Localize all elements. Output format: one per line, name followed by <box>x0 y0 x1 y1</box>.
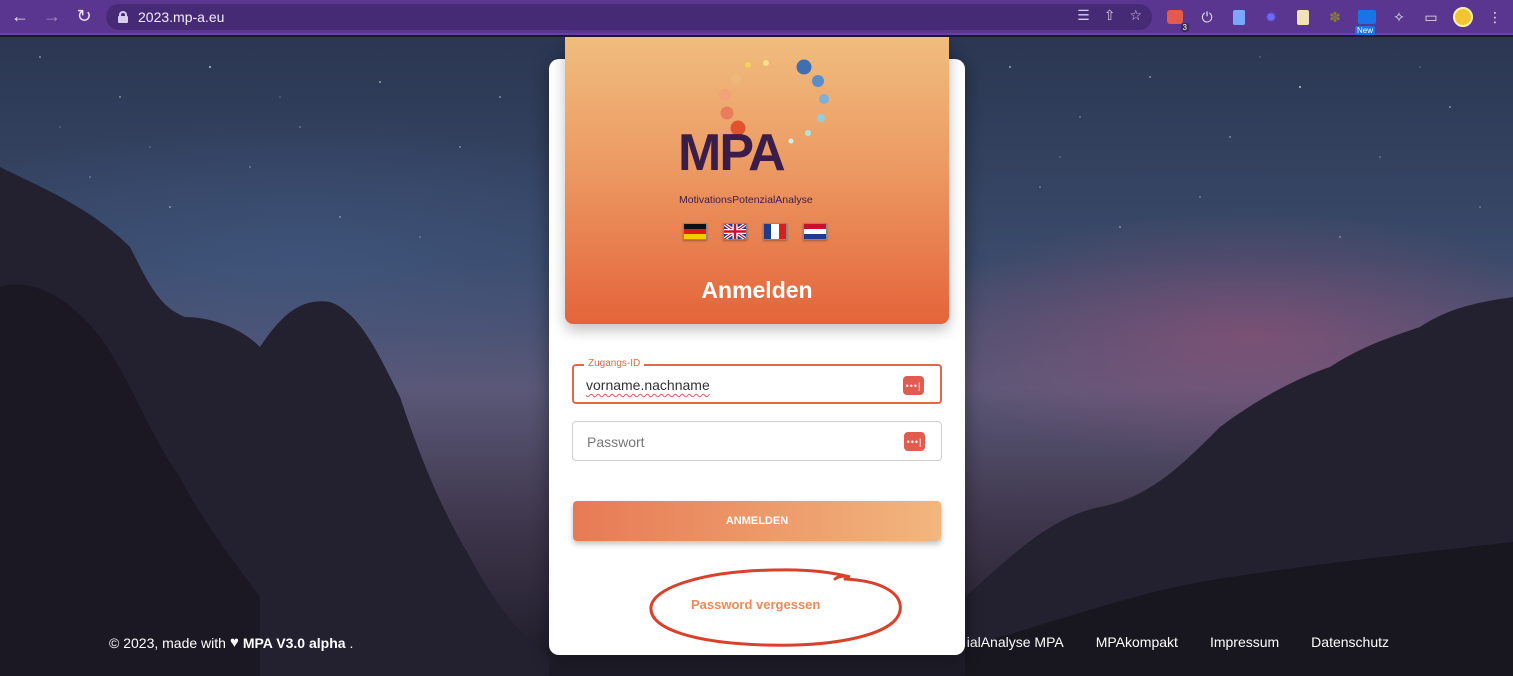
new-extension-icon[interactable]: New <box>1355 6 1379 35</box>
power-extension-icon[interactable]: ⏻ <box>1195 6 1219 28</box>
french-flag-icon[interactable] <box>763 223 787 240</box>
access-id-label: Zugangs-ID <box>584 358 645 369</box>
copyright-period: . <box>349 634 354 651</box>
share-icon[interactable]: ⇧ <box>1104 7 1116 24</box>
copyright-text: © 2023, made with <box>109 634 226 651</box>
login-button[interactable]: ANMELDEN <box>573 501 941 541</box>
browser-toolbar: ← → ↻ 2023.mp-a.eu ☰ ⇧ ☆ 3 ⏻ ✹ ✽ New ✧ ▭… <box>0 0 1513 35</box>
password-manager-autofill-icon[interactable]: •••| <box>903 376 924 395</box>
extension-badge: 3 <box>1180 23 1189 32</box>
heart-icon: ♥ <box>229 634 239 651</box>
side-panel-icon[interactable]: ▭ <box>1419 6 1443 28</box>
menu-kebab-icon[interactable]: ⋮ <box>1483 6 1507 28</box>
german-flag-icon[interactable] <box>683 223 707 240</box>
brand-name: MPA <box>678 124 786 182</box>
translate-icon[interactable]: ☰ <box>1077 7 1090 24</box>
puzzle-icon[interactable]: ✧ <box>1387 6 1411 28</box>
annotation-circle <box>649 568 902 647</box>
uk-flag-icon[interactable] <box>723 223 747 240</box>
dutch-flag-icon[interactable] <box>803 223 827 240</box>
version-text: MPA V3.0 alpha <box>242 634 346 651</box>
docs-extension-icon[interactable] <box>1227 6 1251 28</box>
gear-extension-icon[interactable]: ✹ <box>1259 6 1283 28</box>
login-card-header: MPA MotivationsPotenzialAnalyse Anmelden <box>565 37 949 324</box>
footer-links: ialAnalyse MPA MPAkompakt Impressum Date… <box>967 634 1389 650</box>
footer-link-impressum[interactable]: Impressum <box>1210 634 1279 650</box>
reload-icon[interactable]: ↻ <box>68 0 100 34</box>
language-switcher <box>683 223 827 240</box>
lock-icon[interactable] <box>118 11 128 23</box>
footer-link-mpa[interactable]: ialAnalyse MPA <box>967 634 1064 650</box>
access-id-value[interactable]: vorname.nachname <box>586 377 710 393</box>
mpa-logo: MPA MotivationsPotenzialAnalyse <box>678 57 838 207</box>
login-title: Anmelden <box>701 277 813 303</box>
profile-avatar[interactable] <box>1451 6 1475 28</box>
back-icon[interactable]: ← <box>4 0 36 34</box>
password-placeholder[interactable]: Passwort <box>587 434 645 450</box>
password-manager-autofill-icon[interactable]: •••| <box>904 432 925 451</box>
footer-link-datenschutz[interactable]: Datenschutz <box>1311 634 1389 650</box>
shield-extension-icon[interactable] <box>1291 6 1315 28</box>
new-tag: New <box>1355 26 1376 35</box>
bug-extension-icon[interactable]: ✽ <box>1323 6 1347 28</box>
forward-icon[interactable]: → <box>36 0 68 34</box>
access-id-field[interactable]: Zugangs-ID vorname.nachname •••| <box>572 358 942 404</box>
password-manager-extension-icon[interactable]: 3 <box>1163 6 1189 32</box>
footer-link-mpakompakt[interactable]: MPAkompakt <box>1096 634 1178 650</box>
bookmark-star-icon[interactable]: ☆ <box>1129 7 1142 24</box>
brand-subtitle: MotivationsPotenzialAnalyse <box>679 194 813 206</box>
password-field[interactable]: Passwort •••| <box>572 421 942 461</box>
url-text[interactable]: 2023.mp-a.eu <box>138 9 224 25</box>
footer-copyright: © 2023, made with ♥ MPA V3.0 alpha. <box>109 634 353 651</box>
address-bar[interactable]: 2023.mp-a.eu ☰ ⇧ ☆ <box>106 4 1152 30</box>
